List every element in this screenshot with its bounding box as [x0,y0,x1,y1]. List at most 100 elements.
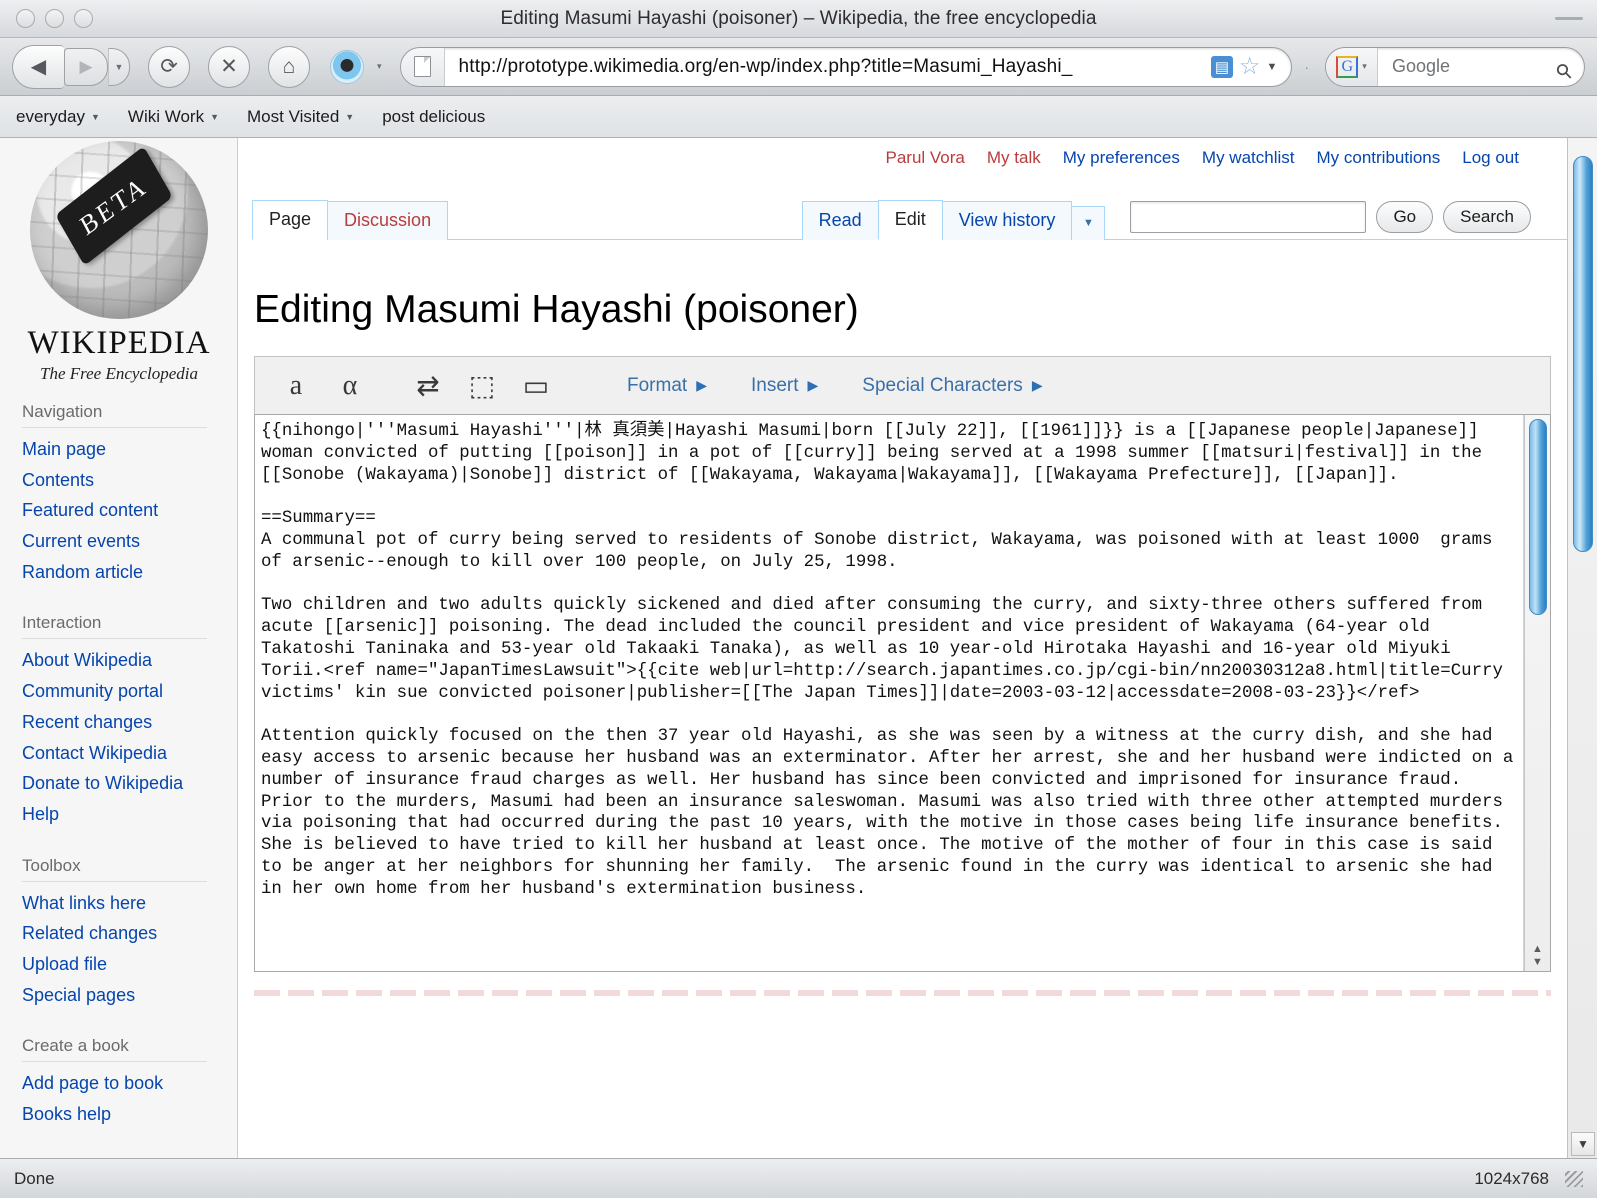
sidebar-item-add-page-to-book[interactable]: Add page to book [22,1068,237,1099]
italic-alpha-icon[interactable]: α [327,363,373,409]
site-favicon-icon[interactable] [330,49,364,84]
chevron-down-icon: ▼ [114,61,124,72]
close-window-button[interactable] [16,9,35,28]
tab-view-history[interactable]: View history [941,201,1073,240]
bookmark-post-delicious[interactable]: post delicious [382,107,485,127]
bold-a-icon[interactable]: a [273,363,319,409]
toolbar-menus: Format ▶ Insert ▶ Special Characters ▶ [627,375,1043,397]
user-link-my-preferences[interactable]: My preferences [1063,148,1180,168]
home-button[interactable]: ⌂ [268,45,310,88]
sidebar-item-main-page[interactable]: Main page [22,434,237,465]
sidebar-item-community-portal[interactable]: Community portal [22,676,237,707]
page-scrollbar-thumb[interactable] [1573,156,1593,552]
sidebar-item-recent-changes[interactable]: Recent changes [22,707,237,738]
back-button[interactable]: ◀ [12,44,64,89]
bookmark-everyday[interactable]: everyday ▼ [16,107,100,127]
chevron-down-icon: ▼ [210,111,220,122]
tab-more-dropdown[interactable]: ▼ [1071,206,1106,240]
sidebar-item-current-events[interactable]: Current events [22,526,237,557]
forward-button[interactable]: ▶ [64,47,108,86]
scroll-up-icon[interactable]: ▲ [1525,943,1550,956]
textarea-scrollbar-thumb[interactable] [1529,419,1547,615]
tab-discussion[interactable]: Discussion [327,201,449,240]
reload-icon: ⟳ [160,55,178,78]
sidebar-item-contact-wikipedia[interactable]: Contact Wikipedia [22,738,237,769]
search-icon[interactable]: ⚲ [1551,48,1584,86]
maximize-window-button[interactable] [74,9,93,28]
sidebar-item-contents[interactable]: Contents [22,465,237,496]
tab-read[interactable]: Read [801,201,879,240]
wikitext-editor: {{nihongo|'''Masumi Hayashi'''|林 真須美|Hay… [254,414,1551,972]
window-titlebar: Editing Masumi Hayashi (poisoner) – Wiki… [0,0,1597,38]
scroll-down-icon[interactable]: ▼ [1525,956,1550,969]
sidebar-item-upload-file[interactable]: Upload file [22,949,237,980]
personal-links: Parul Vora My talk My preferences My wat… [238,138,1567,168]
menu-special-characters[interactable]: Special Characters ▶ [862,375,1042,397]
google-logo-icon: G [1336,55,1359,78]
reference-book-icon[interactable]: ▭ [513,363,559,409]
edit-notice-text [254,990,1551,996]
bookmark-most-visited[interactable]: Most Visited ▼ [247,107,354,127]
address-bar-input[interactable]: http://prototype.wikimedia.org/en-wp/ind… [445,56,1211,78]
status-text: Done [14,1168,55,1188]
reload-button[interactable]: ⟳ [148,45,190,88]
sidebar-item-donate[interactable]: Donate to Wikipedia [22,768,237,799]
sidebar-heading-interaction: Interaction [22,613,207,640]
sidebar-item-books-help[interactable]: Books help [22,1099,237,1130]
go-button[interactable]: Go [1376,201,1434,233]
tab-page[interactable]: Page [252,200,329,240]
sidebar-item-special-pages[interactable]: Special pages [22,980,237,1011]
wikipedia-logo[interactable]: BETA WIKIPEDIA The Free Encyclopedia [0,140,238,383]
user-link-my-watchlist[interactable]: My watchlist [1202,148,1295,168]
user-link-my-talk[interactable]: My talk [987,148,1041,168]
address-dropdown-icon[interactable]: ▼ [1266,61,1277,73]
namespace-tabs: Page Discussion [252,197,449,240]
browser-search-input[interactable]: Google [1378,56,1555,77]
rss-feed-icon[interactable]: ▤ [1210,55,1233,78]
sidebar-item-help[interactable]: Help [22,799,237,830]
wiki-search-input[interactable] [1130,201,1367,233]
sidebar-item-random-article[interactable]: Random article [22,557,237,588]
search-button[interactable]: Search [1443,201,1531,233]
sidebar-heading-create-a-book: Create a book [22,1036,207,1063]
sidebar-section-create-a-book: Create a book Add page to book Books hel… [0,1036,237,1129]
wiki-content: Parul Vora My talk My preferences My wat… [238,138,1567,1158]
link-chain-icon[interactable]: ⇄ [405,363,451,409]
status-right-group: 1024x768 [1474,1169,1583,1189]
address-bar[interactable]: http://prototype.wikimedia.org/en-wp/ind… [399,46,1293,87]
close-x-icon: ✕ [220,55,238,78]
menu-format[interactable]: Format ▶ [627,375,707,397]
wiki-search-area: Go Search [1130,201,1531,239]
wikitext-textarea[interactable]: {{nihongo|'''Masumi Hayashi'''|林 真須美|Hay… [255,415,1524,971]
bookmark-label: Wiki Work [127,106,205,126]
page-scrollbar[interactable]: ▼ [1567,138,1597,1158]
menu-insert[interactable]: Insert ▶ [751,375,818,397]
resize-grip[interactable] [1565,1170,1583,1187]
minimize-window-button[interactable] [45,9,64,28]
window-toolbar-toggle[interactable] [1555,17,1583,20]
user-link-parul-vora[interactable]: Parul Vora [886,148,965,168]
bookmark-wiki-work[interactable]: Wiki Work ▼ [128,107,219,127]
sidebar-item-about-wikipedia[interactable]: About Wikipedia [22,645,237,676]
sidebar-item-related-changes[interactable]: Related changes [22,918,237,949]
window-size-label: 1024x768 [1474,1168,1549,1188]
page-scroll-down-button[interactable]: ▼ [1571,1132,1595,1156]
user-link-log-out[interactable]: Log out [1462,148,1519,168]
textarea-scroll-arrows[interactable]: ▲ ▼ [1525,943,1550,969]
bookmark-label: post delicious [382,106,486,126]
favicon-dropdown-icon[interactable]: ▾ [377,61,382,72]
sidebar-item-featured-content[interactable]: Featured content [22,495,237,526]
search-engine-selector[interactable]: G ▾ [1326,47,1378,86]
textarea-scrollbar[interactable]: ▲ ▼ [1524,415,1550,971]
sidebar-item-what-links-here[interactable]: What links here [22,888,237,919]
insert-image-icon[interactable]: ⬚ [459,363,505,409]
window-controls[interactable] [16,9,93,28]
browser-search-bar[interactable]: G ▾ Google ⚲ [1325,46,1585,87]
stop-button[interactable]: ✕ [208,45,250,88]
tab-edit[interactable]: Edit [877,200,943,240]
user-link-my-contributions[interactable]: My contributions [1316,148,1440,168]
address-bar-actions: ▤ ☆ ▼ [1210,54,1291,79]
bookmark-star-icon[interactable]: ☆ [1239,54,1261,79]
history-dropdown-button[interactable]: ▼ [108,47,130,86]
chevron-right-icon: ▶ [807,377,819,393]
